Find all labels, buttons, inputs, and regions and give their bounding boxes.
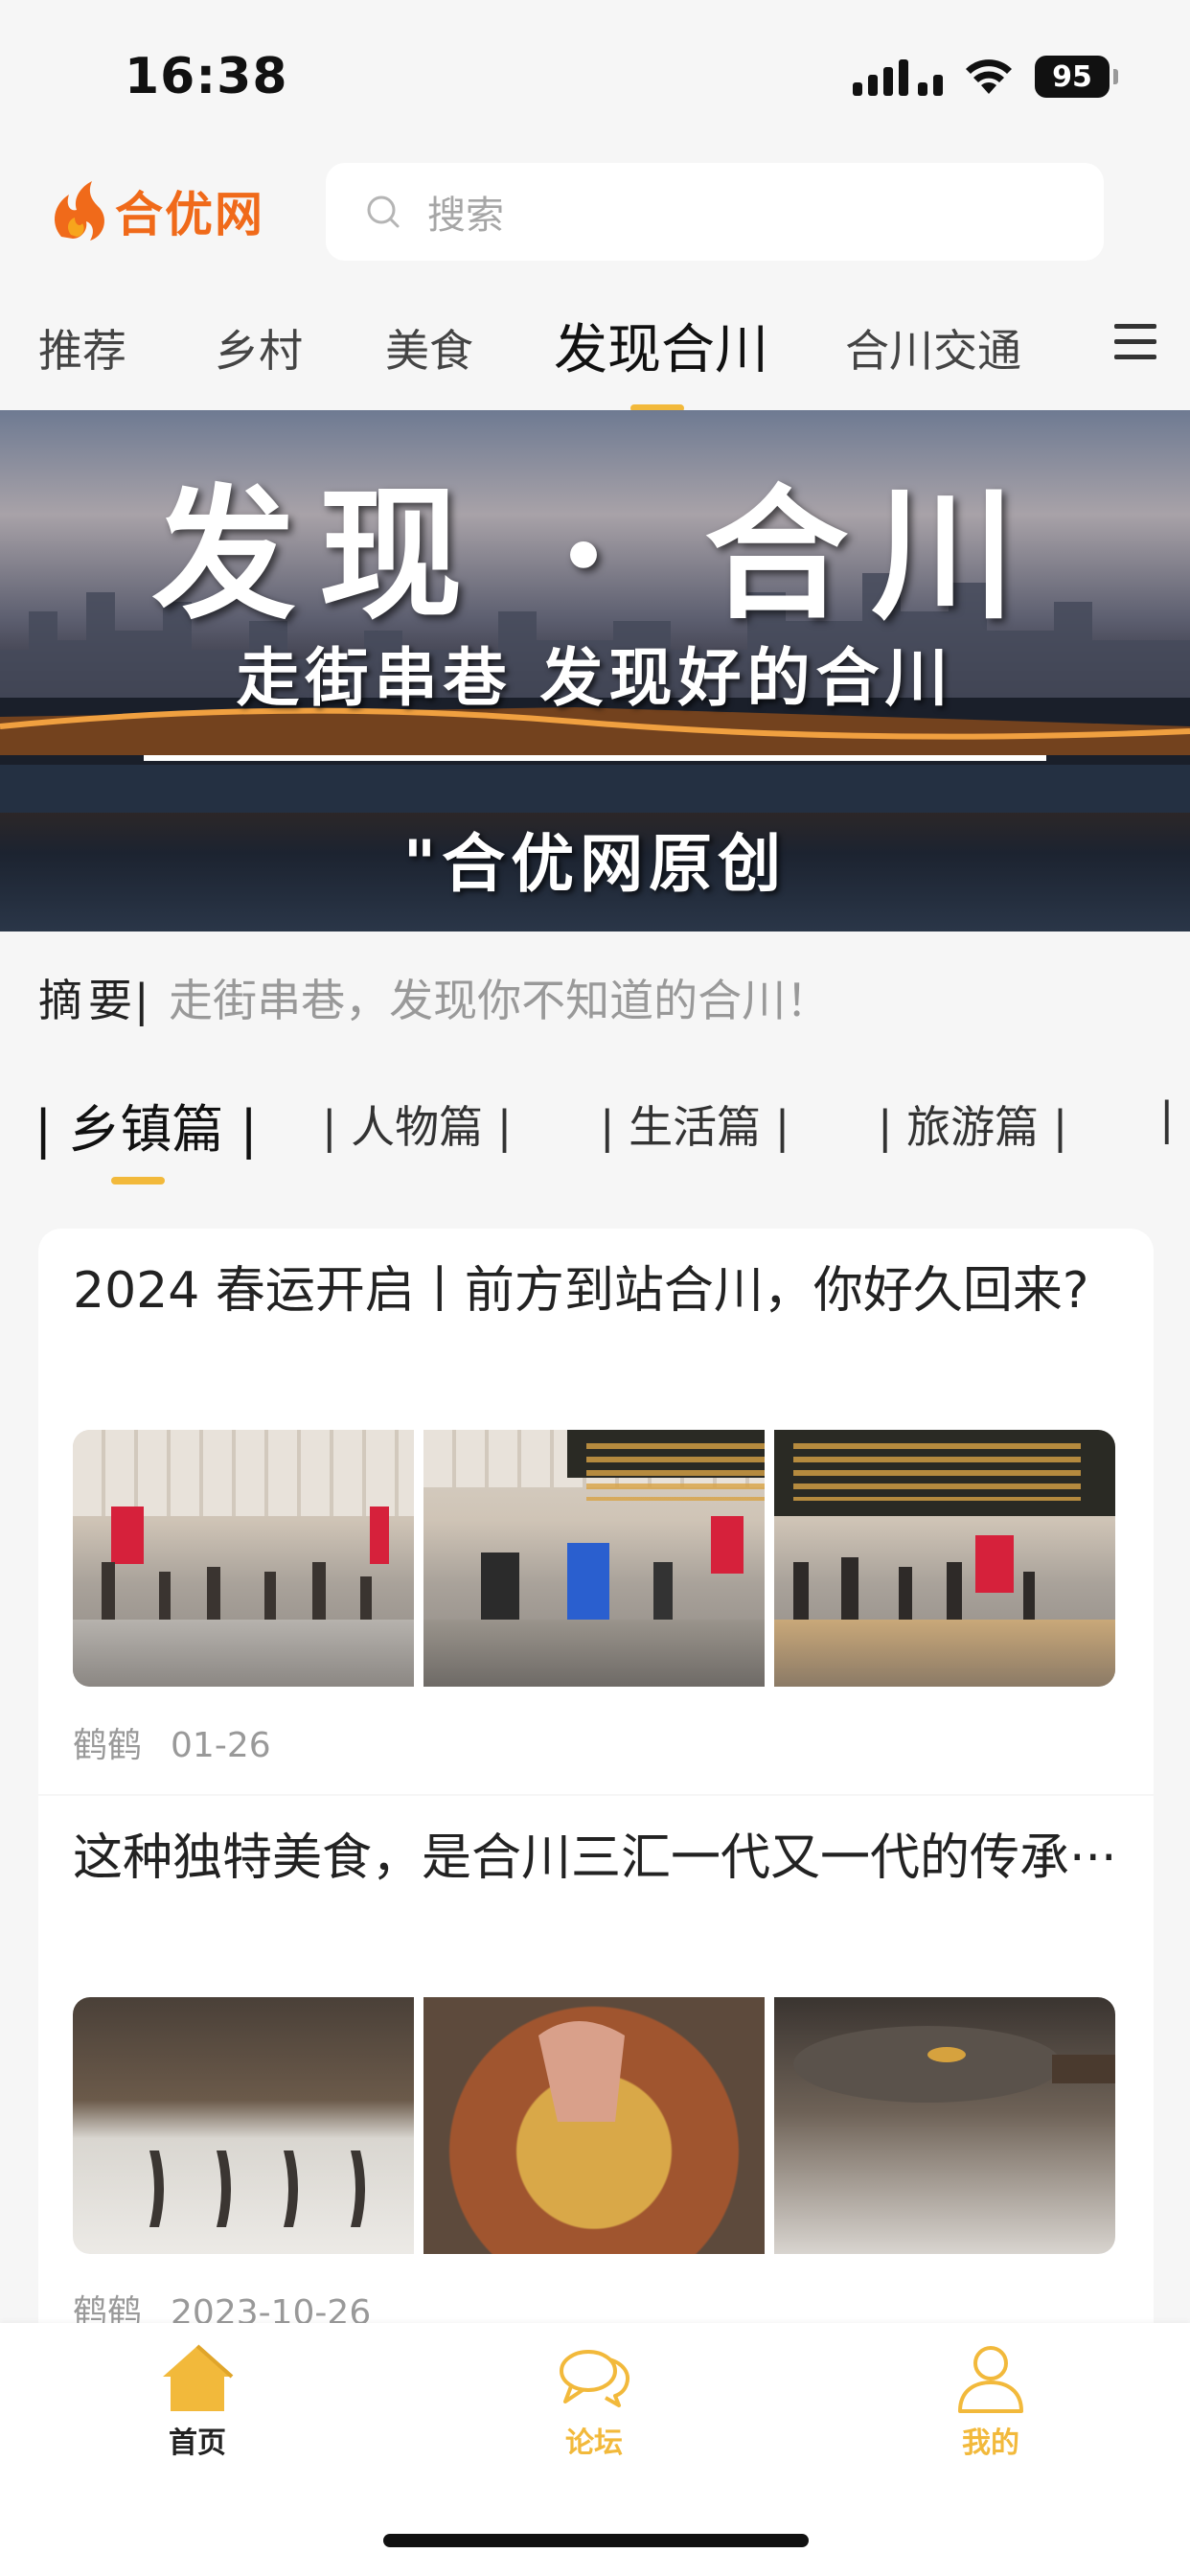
tab-food[interactable]: 美食 [385,316,473,380]
banner-image[interactable]: 发现 · 合川 走街串巷 发现好的合川 "合优网原创 [0,410,1190,932]
tab-discover-hechuan[interactable]: 发现合川 [554,307,768,384]
article-thumbnail[interactable] [774,1997,1115,2254]
banner-divider [144,755,1046,761]
app-screen: 16:38 95 合优网 搜索 推荐 乡村 美食 发现合川 合川交通 发现 · … [0,0,1190,2576]
battery-indicator: 95 [1035,56,1118,98]
tab-towns[interactable]: | 乡镇篇 | [34,1087,258,1162]
article-card[interactable]: 这种独特美食，是合川三汇一代又一代的传承··· 鹤鹤 2023-10-26 [38,1796,1154,2333]
forum-icon [560,2350,629,2407]
tab-forum-label: 论坛 [565,2426,623,2460]
tab-forum[interactable]: 论坛 [508,2342,680,2461]
profile-icon [958,2346,1023,2413]
summary-text: 走街串巷，发现你不知道的合川！ [169,975,831,1026]
menu-icon[interactable] [1114,324,1156,366]
status-icons: 95 [853,56,1118,98]
tab-home-label: 首页 [169,2426,226,2460]
tab-me[interactable]: 我的 [904,2342,1077,2461]
tab-home[interactable]: 首页 [111,2342,284,2461]
cellular-signal-icon [853,58,943,96]
article-title[interactable]: 2024 春运开启丨前方到站合川，你好久回来? [73,1254,1127,1328]
tab-hechuan-traffic[interactable]: 合川交通 [845,316,1021,380]
tab-more[interactable]: | [1159,1092,1175,1144]
article-date: 01-26 [171,1726,271,1765]
search-placeholder: 搜索 [427,194,504,238]
wifi-icon [966,59,1012,94]
status-bar: 16:38 95 [0,0,1190,153]
article-thumbnail[interactable] [423,1997,765,2254]
status-time: 16:38 [125,48,288,105]
tab-village[interactable]: 乡村 [215,316,303,380]
tab-me-label: 我的 [962,2426,1019,2460]
app-logo[interactable]: 合优网 [48,172,297,249]
article-thumbnail[interactable] [774,1430,1115,1687]
summary-label: 摘要 [38,975,138,1026]
article-author: 鹤鹤 [73,1726,143,1765]
tab-travel[interactable]: | 旅游篇 | [878,1092,1067,1156]
article-thumbnails [73,1430,1117,1687]
article-card[interactable]: 2024 春运开启丨前方到站合川，你好久回来? 鹤鹤 01-26 [38,1229,1154,1794]
search-bar[interactable]: 搜索 [326,163,1104,261]
banner-title: 发现 · 合川 [151,471,1039,639]
tab-people[interactable]: | 人物篇 | [322,1092,512,1156]
article-thumbnail[interactable] [73,1430,414,1687]
tab-recommend[interactable]: 推荐 [38,316,126,380]
logo-text: 合优网 [115,187,264,242]
channel-tabs: 推荐 乡村 美食 发现合川 合川交通 [0,305,1190,412]
summary: 摘要| 走街串巷，发现你不知道的合川！ [38,966,830,1029]
article-title[interactable]: 这种独特美食，是合川三汇一代又一代的传承··· [73,1821,1127,1896]
article-thumbnail[interactable] [423,1430,765,1687]
summary-separator: | [134,975,149,1026]
home-indicator [383,2534,809,2547]
banner-subtitle: 走街串巷 发现好的合川 [236,640,954,715]
article-thumbnails [73,1997,1117,2254]
search-icon [367,196,400,228]
section-tabs: | 乡镇篇 | | 人物篇 | | 生活篇 | | 旅游篇 | | [0,1083,1190,1188]
banner-credit: "合优网原创 [402,826,788,901]
article-meta: 鹤鹤 01-26 [73,1717,271,1767]
article-thumbnail[interactable] [73,1997,414,2254]
home-icon [163,2344,234,2411]
active-section-indicator [111,1177,165,1184]
logo-flame-icon [55,181,104,241]
header: 合优网 搜索 [0,153,1190,268]
tab-life[interactable]: | 生活篇 | [600,1092,790,1156]
